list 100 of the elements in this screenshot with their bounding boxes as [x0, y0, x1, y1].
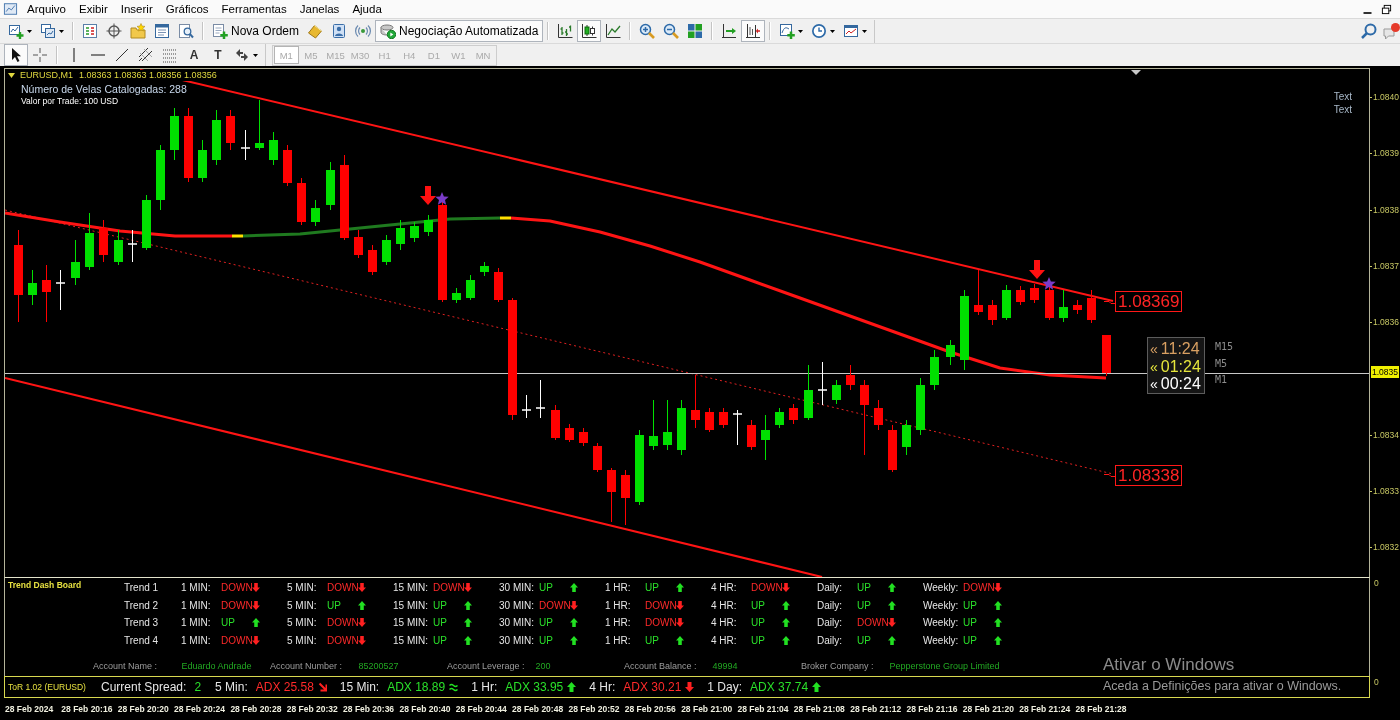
adx-value: ADX 37.74 — [750, 680, 809, 694]
price-axis-label: 1.0834 — [1370, 429, 1399, 441]
bearish-candle — [789, 403, 798, 425]
drawing-tool-button[interactable] — [4, 44, 28, 66]
bearish-candle — [297, 177, 306, 226]
timeframe-label: 5 MIN: — [287, 582, 318, 594]
bullish-candle — [28, 269, 37, 306]
price-level-label: 1.08338 — [1115, 465, 1183, 486]
star-icon — [435, 192, 449, 205]
user-document-icon[interactable] — [331, 23, 348, 39]
caret-icon — [862, 29, 868, 33]
down-arrow-icon — [888, 618, 896, 628]
bullish-candle — [212, 109, 221, 166]
bullish-candle — [804, 364, 813, 421]
timer-period: M5 — [1215, 356, 1229, 371]
bullish-candle — [466, 274, 475, 301]
star-folder-icon[interactable] — [130, 23, 146, 39]
trend-value: UP — [857, 582, 872, 594]
restore-icon[interactable] — [1381, 3, 1392, 15]
tile-windows-icon[interactable] — [687, 23, 704, 39]
bearish-candle — [1016, 285, 1025, 306]
timeframe-label: 1 Day: — [707, 680, 743, 694]
up-arrow-icon — [358, 600, 366, 610]
shift-marker-icon — [1131, 70, 1141, 75]
price-list-icon[interactable] — [82, 23, 98, 39]
text-tool-button[interactable]: T — [206, 44, 230, 66]
timeframe-label: 4 Hr: — [589, 680, 616, 694]
arrow-right-icon[interactable] — [721, 23, 738, 39]
bullish-candle — [114, 229, 123, 266]
down-right-arrow-icon — [317, 682, 327, 692]
bearish-candle — [747, 419, 756, 451]
adx-value: ADX 33.95 — [505, 680, 564, 694]
leader-line — [1103, 301, 1117, 304]
timeframe-label: 1 HR: — [605, 635, 632, 647]
menu-item[interactable]: Arquivo — [22, 1, 71, 17]
trend-value: DOWN — [433, 582, 464, 594]
bearish-candle — [974, 269, 983, 316]
timeframe-label: 30 MIN: — [499, 599, 535, 611]
app-icon[interactable] — [3, 2, 18, 16]
time-axis-label: 28 Feb 2024 — [5, 703, 55, 714]
search-icon[interactable] — [1361, 23, 1377, 39]
trend-value: DOWN — [221, 582, 252, 594]
trend-value: UP — [327, 599, 342, 611]
price-axis-label: 1.0833 — [1370, 486, 1399, 498]
collapse-triangle-icon[interactable] — [8, 73, 15, 78]
account-label: Account Balance : — [624, 661, 698, 671]
bar-chart-icon — [557, 23, 574, 39]
trend-label: Trend 2 — [124, 599, 160, 611]
timeframe-label: Daily: — [817, 582, 843, 594]
timeframe-label: 5 MIN: — [287, 617, 318, 629]
menu-item[interactable]: Janelas — [294, 1, 345, 17]
bearish-candle — [1030, 283, 1039, 304]
time-axis-label: 28 Feb 20:52 — [568, 703, 621, 714]
axis-label: 0 — [1373, 676, 1380, 688]
down-arrow-icon — [464, 583, 472, 593]
account-value: Eduardo Andrade — [181, 661, 253, 671]
bullish-candle — [382, 234, 391, 266]
caret-icon — [830, 29, 836, 33]
bearish-candle — [593, 442, 602, 473]
timeframe-label: Weekly: — [923, 582, 960, 594]
timeframe-label: 30 MIN: — [499, 582, 535, 594]
chart-shift-button[interactable] — [741, 20, 766, 42]
panel-title: Trend Dash Board — [7, 580, 83, 591]
zoom-out-icon[interactable] — [663, 23, 680, 39]
radio-waves-icon[interactable] — [355, 23, 372, 39]
caret-icon — [253, 53, 258, 57]
indicator-title: ToR 1.02 (EURUSD) — [8, 682, 87, 692]
menu-item[interactable]: Exibir — [74, 1, 113, 17]
account-label: Broker Company : — [801, 661, 875, 671]
chat-icon[interactable] — [1383, 23, 1400, 39]
up-arrow-icon — [252, 618, 260, 628]
timeframe-label: 15 MIN: — [393, 582, 429, 594]
crosshair-icon[interactable] — [106, 23, 122, 39]
new-order-button[interactable]: Nova Ordem — [208, 20, 304, 42]
bullish-candle — [255, 99, 264, 151]
candlestick-icon — [581, 23, 598, 39]
down-arrow-icon — [685, 682, 695, 692]
menu-item[interactable]: Gráficos — [160, 1, 214, 17]
bullish-candle — [775, 407, 784, 429]
trend-value: UP — [221, 617, 236, 629]
zoom-in-icon[interactable] — [639, 23, 656, 39]
time-axis-label: 28 Feb 21:24 — [1019, 703, 1072, 714]
menu-item[interactable]: Ferramentas — [216, 1, 292, 17]
document-search-icon[interactable] — [178, 23, 194, 39]
auto-trading-button[interactable]: Negociação Automatizada — [375, 20, 544, 42]
caret-icon — [27, 29, 32, 33]
text-tool-button[interactable]: A — [182, 44, 206, 66]
diamond-icon[interactable] — [307, 23, 324, 39]
timeframe-label: 1 HR: — [605, 599, 632, 611]
chart-type-button[interactable] — [577, 20, 602, 42]
menu-item[interactable]: Inserir — [115, 1, 158, 17]
account-value: 49994 — [712, 661, 739, 671]
countdown-time: 00:24 — [1160, 375, 1201, 392]
time-axis-label: 28 Feb 21:12 — [850, 703, 903, 714]
window-list-icon[interactable] — [154, 23, 170, 39]
time-axis-label: 28 Feb 20:32 — [286, 703, 339, 714]
time-axis-label: 28 Feb 20:28 — [230, 703, 283, 714]
price-axis-label: 1.0836 — [1370, 317, 1399, 329]
account-label: Account Leverage : — [447, 661, 526, 671]
menu-item[interactable]: Ajuda — [347, 1, 387, 17]
